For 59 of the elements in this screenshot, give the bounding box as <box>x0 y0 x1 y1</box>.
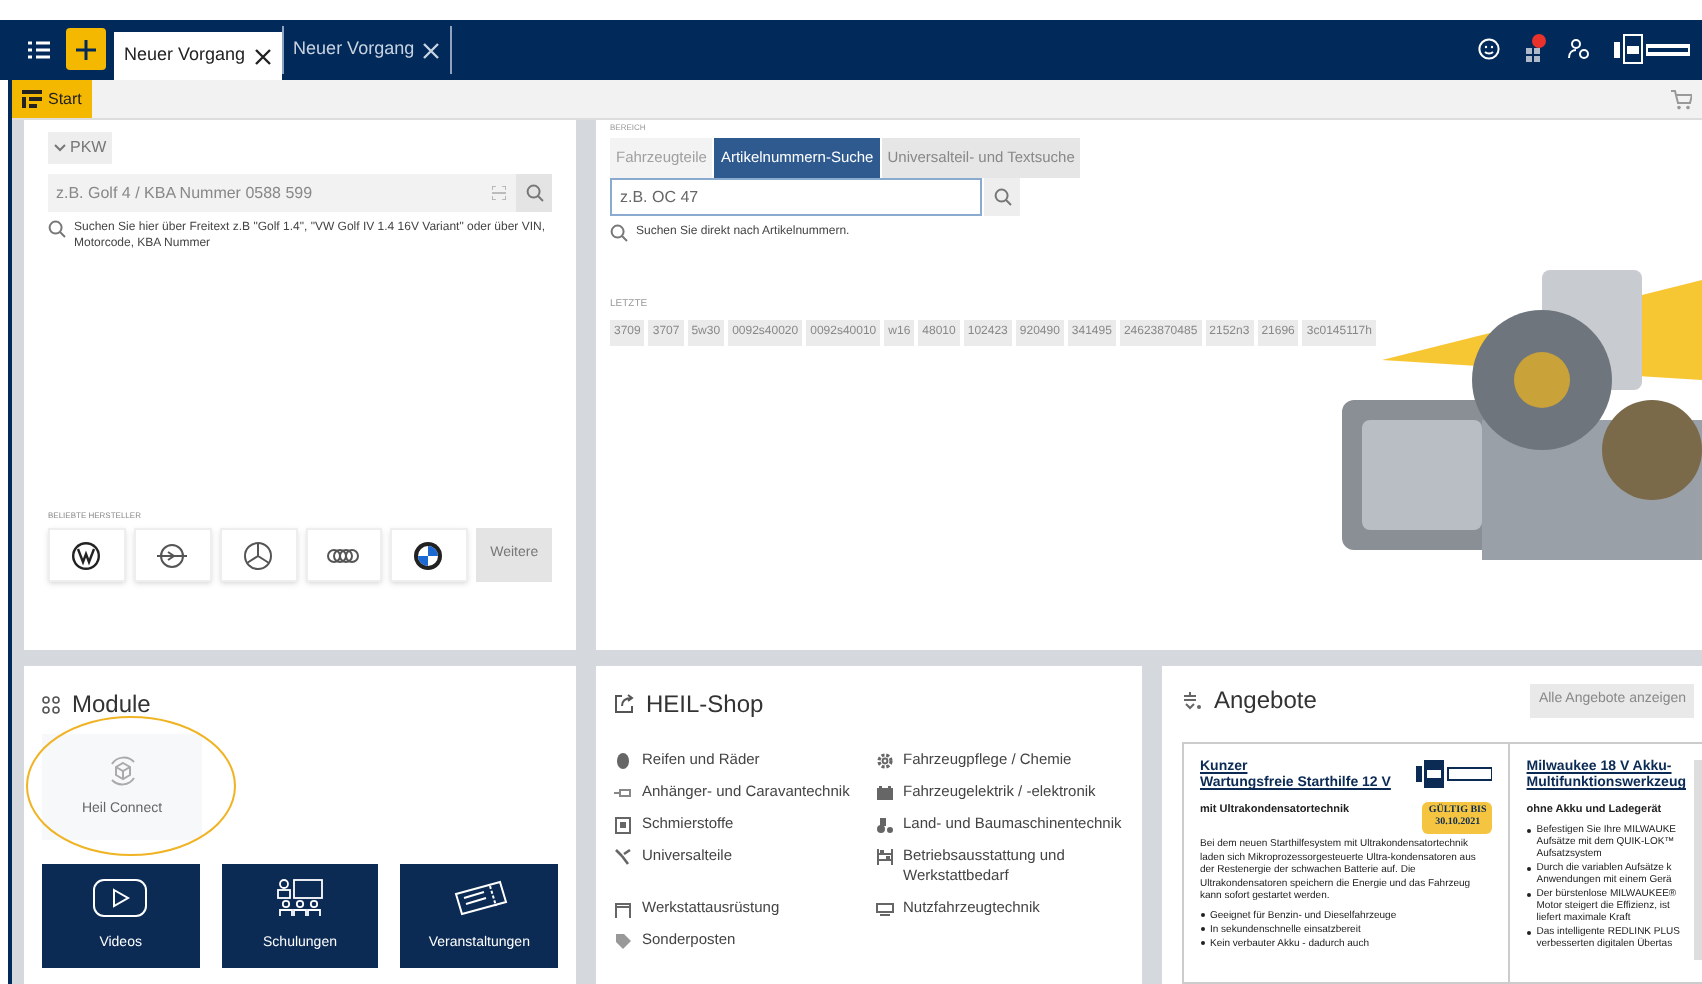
start-icon <box>22 90 42 108</box>
menu-icon <box>27 40 49 60</box>
shelf-icon <box>875 847 893 865</box>
canister-icon <box>614 815 632 833</box>
article-number-field[interactable]: z.B. OC 47 <box>610 178 982 216</box>
user-settings-icon <box>1568 38 1590 60</box>
ring-bolt-icon <box>155 539 190 571</box>
card-title: HEIL-Shop <box>646 688 764 722</box>
box-cycle-icon <box>105 753 139 788</box>
manufacturer-button[interactable] <box>48 528 126 582</box>
card-title: Angebote <box>1214 684 1317 718</box>
vehicle-type-dropdown[interactable]: PKW <box>48 132 113 164</box>
bullet-icon <box>1526 827 1533 834</box>
tractor-icon <box>875 815 893 833</box>
close-icon <box>253 47 272 65</box>
tab[interactable]: Neuer Vorgang <box>281 26 453 74</box>
search-button[interactable] <box>984 178 1020 216</box>
scan-icon <box>492 186 506 200</box>
workshop-lift-icon <box>614 899 632 917</box>
battery-icon <box>875 783 893 801</box>
manufacturer-button[interactable] <box>390 528 469 582</box>
vehicle-search-field[interactable]: z.B. Golf 4 / KBA Nummer 0588 599 <box>48 174 516 212</box>
trailer-icon <box>614 783 632 801</box>
bullet-icon <box>1200 912 1206 918</box>
brand-logo-icon <box>1416 760 1493 788</box>
chevron-down-icon <box>54 144 66 152</box>
tag-list-icon <box>1182 690 1202 710</box>
manufacturer-button[interactable] <box>305 528 383 582</box>
tag-icon <box>614 931 632 949</box>
bullet-icon <box>1200 926 1206 932</box>
bullet-icon <box>1526 929 1533 936</box>
smiley-icon <box>1478 38 1500 60</box>
search-icon <box>48 220 66 238</box>
tab[interactable]: Neuer Vorgang <box>114 32 282 80</box>
search-button[interactable] <box>516 174 552 212</box>
start-button[interactable]: Start <box>12 80 92 118</box>
gear-icon <box>875 751 893 769</box>
menu-button[interactable] <box>24 36 52 64</box>
circle-emblem-icon <box>69 539 104 571</box>
search-icon <box>993 188 1011 206</box>
tire-icon <box>614 751 632 769</box>
external-link-icon <box>614 694 634 714</box>
close-icon <box>422 41 441 59</box>
cart-icon <box>1670 89 1692 109</box>
search-icon <box>610 224 628 242</box>
plus-icon <box>76 39 96 59</box>
card-title: Module <box>72 688 151 722</box>
add-button[interactable] <box>66 28 106 70</box>
manufacturer-button[interactable] <box>219 528 298 582</box>
bullet-icon <box>1526 891 1533 898</box>
bullet-icon <box>1200 940 1206 946</box>
manufacturer-button[interactable] <box>133 528 212 582</box>
play-icon <box>90 877 151 918</box>
ticket-icon <box>449 877 510 918</box>
bullet-icon <box>1526 865 1533 872</box>
grid-icon <box>42 695 60 713</box>
search-icon <box>525 184 543 202</box>
quartered-circle-icon <box>412 539 447 571</box>
logo-icon <box>1614 34 1690 64</box>
